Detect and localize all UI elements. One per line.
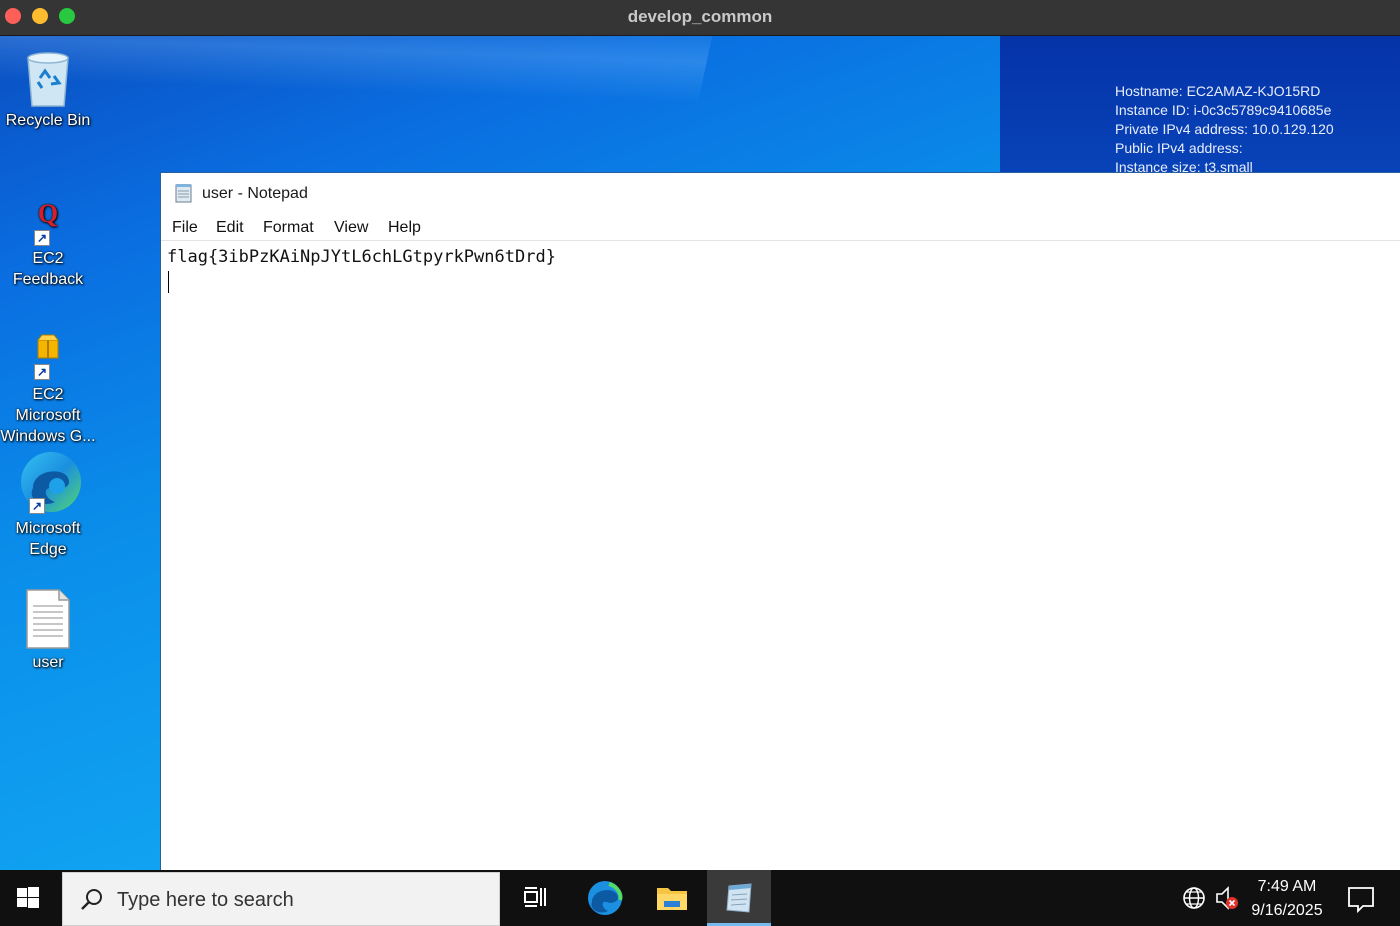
volume-muted-icon[interactable] (1212, 870, 1242, 926)
text-caret (168, 271, 169, 293)
shortcut-arrow-icon: ↗ (29, 498, 45, 514)
desktop-icon-recycle-bin[interactable]: Recycle Bin (0, 48, 98, 131)
feedback-icon: Q ↗ (18, 196, 78, 248)
edge-icon (588, 881, 623, 915)
menu-format[interactable]: Format (263, 219, 314, 237)
mac-window-title: develop_common (627, 7, 773, 26)
desktop-icon-user-file[interactable]: user (0, 588, 98, 673)
desktop-icon-ec2-feedback[interactable]: Q ↗ EC2 Feedback (0, 196, 98, 290)
taskbar-notepad-button[interactable] (707, 870, 771, 926)
task-view-button[interactable] (503, 870, 567, 926)
start-button[interactable] (0, 870, 58, 926)
notepad-icon (175, 183, 193, 203)
menu-view[interactable]: View (334, 219, 368, 237)
desktop-icon-label: user (32, 654, 64, 671)
edge-icon: ↗ (13, 448, 83, 518)
notepad-icon (726, 883, 752, 913)
private-ip-text: Private IPv4 address: 10.0.129.120 (1115, 121, 1334, 137)
taskbar: Type here to search 7:49 AM 9/16/2025 (0, 870, 1400, 926)
desktop-icon-label: EC2 Microsoft Windows G... (0, 386, 96, 445)
desktop-icon-ec2-windows-guide[interactable]: ↗ EC2 Microsoft Windows G... (0, 332, 98, 447)
search-icon (81, 889, 102, 910)
instance-info-panel: Hostname: EC2AMAZ-KJO15RD Instance ID: i… (1115, 82, 1334, 177)
desktop-icon-label: Microsoft Edge (15, 520, 81, 558)
clock-date: 9/16/2025 (1251, 902, 1323, 919)
menu-file[interactable]: File (172, 219, 198, 237)
taskbar-clock[interactable]: 7:49 AM 9/16/2025 (1244, 875, 1330, 923)
taskbar-file-explorer-button[interactable] (640, 870, 704, 926)
clock-time: 7:49 AM (1257, 878, 1317, 895)
shortcut-arrow-icon: ↗ (34, 364, 50, 380)
network-icon[interactable] (1178, 870, 1210, 926)
notifications-button[interactable] (1336, 870, 1400, 926)
notepad-title: user - Notepad (202, 185, 308, 202)
desktop-icon-label: EC2 Feedback (12, 250, 84, 288)
notepad-titlebar[interactable]: user - Notepad (161, 173, 1400, 213)
task-view-icon (524, 887, 546, 907)
recycle-bin-icon (18, 48, 78, 110)
notepad-window[interactable]: user - Notepad File Edit Format View Hel… (160, 172, 1400, 870)
desktop-icon-microsoft-edge[interactable]: ↗ Microsoft Edge (0, 448, 98, 560)
search-placeholder: Type here to search (117, 889, 294, 911)
taskbar-search-box[interactable]: Type here to search (62, 872, 500, 926)
taskbar-edge-button[interactable] (573, 870, 637, 926)
svg-text:Q: Q (38, 199, 58, 228)
notepad-content-line: flag{3ibPzKAiNpJYtL6chLGtpyrkPwn6tDrd} (167, 247, 556, 267)
hostname-text: Hostname: EC2AMAZ-KJO15RD (1115, 83, 1321, 99)
notepad-menubar: File Edit Format View Help (161, 213, 1400, 241)
instance-id-text: Instance ID: i-0c3c5789c9410685e (1115, 102, 1332, 118)
menu-help[interactable]: Help (388, 219, 421, 237)
public-ip-text: Public IPv4 address: (1115, 140, 1243, 156)
notification-icon (1348, 887, 1374, 914)
desktop-icon-label: Recycle Bin (5, 112, 91, 129)
mac-titlebar: develop_common (0, 0, 1400, 36)
notepad-text-area[interactable]: flag{3ibPzKAiNpJYtL6chLGtpyrkPwn6tDrd} (167, 245, 1400, 870)
text-file-icon (23, 588, 73, 652)
menu-edit[interactable]: Edit (216, 219, 244, 237)
shortcut-arrow-icon: ↗ (34, 230, 50, 246)
folder-icon (657, 888, 687, 910)
windows-logo-icon (17, 887, 39, 908)
package-icon: ↗ (18, 332, 78, 384)
